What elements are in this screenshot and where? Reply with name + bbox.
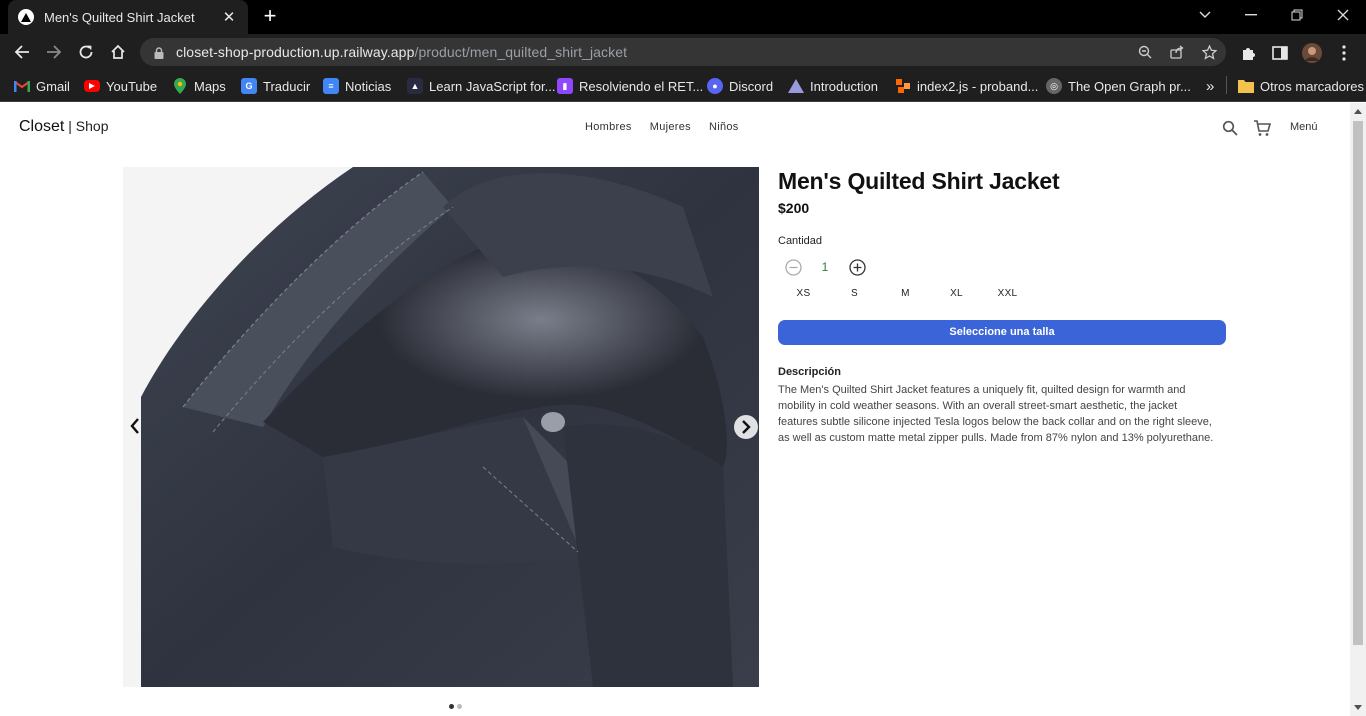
- bookmark-noticias[interactable]: ≡ Noticias: [323, 76, 391, 96]
- main-nav: Hombres Mujeres Niños: [585, 121, 739, 133]
- bookmark-gmail[interactable]: Gmail: [14, 76, 70, 96]
- extensions-icon[interactable]: [1237, 42, 1259, 64]
- select-size-button[interactable]: Seleccione una talla: [778, 320, 1226, 345]
- home-icon[interactable]: [105, 40, 131, 64]
- nav-mujeres[interactable]: Mujeres: [650, 121, 691, 133]
- description-heading: Descripción: [778, 366, 841, 378]
- new-tab-button[interactable]: +: [258, 5, 282, 29]
- size-xxl[interactable]: XXL: [982, 288, 1033, 299]
- folder-icon: [1238, 78, 1254, 94]
- profile-avatar[interactable]: [1301, 42, 1323, 64]
- size-s[interactable]: S: [829, 288, 880, 299]
- bookmark-discord[interactable]: ● Discord: [707, 76, 773, 96]
- jacket-photo: [123, 167, 759, 687]
- product-title: Men's Quilted Shirt Jacket: [778, 168, 1060, 194]
- reload-icon[interactable]: [73, 40, 99, 64]
- size-m[interactable]: M: [880, 288, 931, 299]
- gmail-icon: [14, 78, 30, 94]
- bookmark-maps[interactable]: Maps: [172, 76, 226, 96]
- bookmark-open-graph[interactable]: ◎ The Open Graph pr...: [1046, 76, 1191, 96]
- browser-toolbar: closet-shop-production.up.railway.app/pr…: [0, 34, 1366, 70]
- url-text[interactable]: closet-shop-production.up.railway.app/pr…: [176, 44, 627, 60]
- address-bar[interactable]: closet-shop-production.up.railway.app/pr…: [140, 38, 1226, 66]
- menu-button[interactable]: Menú: [1290, 121, 1318, 133]
- tab-close-icon[interactable]: ✕: [220, 8, 238, 26]
- vercel-triangle-icon: [18, 9, 34, 25]
- bookmark-traducir[interactable]: G Traducir: [241, 76, 310, 96]
- nav-ninos[interactable]: Niños: [709, 121, 739, 133]
- bookmark-twitch[interactable]: ▮ Resolviendo el RET...: [557, 76, 703, 96]
- product-price: $200: [778, 200, 810, 216]
- youtube-icon: [84, 80, 100, 92]
- back-arrow-icon[interactable]: [9, 40, 35, 64]
- bookmarks-overflow[interactable]: »: [1206, 76, 1214, 96]
- scrollbar-thumb[interactable]: [1353, 121, 1363, 645]
- search-icon[interactable]: [1220, 118, 1240, 138]
- bookmark-index2js[interactable]: index2.js - proband...: [895, 76, 1038, 96]
- bookmarks-bar: Gmail YouTube Maps G Traducir ≡ Noticias ▲…: [0, 70, 1366, 102]
- bookmark-learn-javascript[interactable]: ▲ Learn JavaScript for...: [407, 76, 555, 96]
- scroll-up-arrow-icon[interactable]: [1354, 109, 1362, 114]
- slide-dot-2[interactable]: [457, 704, 462, 709]
- page-scrollbar[interactable]: [1350, 103, 1366, 716]
- quantity-value: 1: [821, 260, 829, 274]
- nav-hombres[interactable]: Hombres: [585, 121, 632, 133]
- size-xl[interactable]: XL: [931, 288, 982, 299]
- forward-arrow-icon[interactable]: [41, 40, 67, 64]
- zoom-icon[interactable]: [1136, 43, 1154, 61]
- scroll-down-arrow-icon[interactable]: [1354, 705, 1362, 710]
- close-window-button[interactable]: [1320, 0, 1366, 30]
- quantity-label: Cantidad: [778, 235, 823, 247]
- bookmarks-divider: [1226, 76, 1227, 94]
- quantity-stepper: 1: [784, 258, 866, 276]
- browser-tab-active[interactable]: Men's Quilted Shirt Jacket ✕: [8, 0, 248, 34]
- tab-title: Men's Quilted Shirt Jacket: [44, 9, 195, 25]
- bookmark-other-folder[interactable]: Otros marcadores: [1238, 76, 1364, 96]
- product-image-slideshow[interactable]: [123, 167, 759, 687]
- cart-icon[interactable]: [1252, 118, 1272, 138]
- chrome-menu-icon[interactable]: [1333, 42, 1355, 64]
- discord-icon: ●: [707, 78, 723, 94]
- bookmark-star-icon[interactable]: [1200, 43, 1218, 61]
- maps-icon: [172, 78, 188, 94]
- freecodecamp-icon: ▲: [407, 78, 423, 94]
- side-panel-icon[interactable]: [1269, 42, 1291, 64]
- browser-tabbar: Men's Quilted Shirt Jacket ✕ +: [0, 0, 1366, 34]
- bookmark-introduction[interactable]: Introduction: [788, 76, 878, 96]
- slide-pagination: [449, 704, 462, 709]
- tab-search-icon[interactable]: [1182, 0, 1228, 30]
- codepen-icon: [895, 78, 911, 94]
- bookmark-youtube[interactable]: YouTube: [84, 76, 157, 96]
- decrease-quantity-icon[interactable]: [784, 258, 802, 276]
- prev-slide-icon[interactable]: [126, 415, 144, 437]
- page-content: Closet | Shop Hombres Mujeres Niños Menú: [0, 103, 1350, 716]
- opengraph-icon: ◎: [1046, 78, 1062, 94]
- increase-quantity-icon[interactable]: [848, 258, 866, 276]
- slide-dot-1[interactable]: [449, 704, 454, 709]
- restore-button[interactable]: [1274, 0, 1320, 30]
- share-icon[interactable]: [1168, 43, 1186, 61]
- product-description: The Men's Quilted Shirt Jacket features …: [778, 384, 1214, 444]
- minimize-button[interactable]: [1228, 0, 1274, 30]
- introduction-icon: [788, 78, 804, 94]
- size-xs[interactable]: XS: [778, 288, 829, 299]
- size-selector: XS S M XL XXL: [778, 288, 1033, 299]
- translate-icon: G: [241, 78, 257, 94]
- news-icon: ≡: [323, 78, 339, 94]
- lock-icon[interactable]: [154, 46, 164, 59]
- next-slide-icon[interactable]: [734, 415, 758, 439]
- twitch-icon: ▮: [557, 78, 573, 94]
- site-logo[interactable]: Closet | Shop: [19, 118, 108, 136]
